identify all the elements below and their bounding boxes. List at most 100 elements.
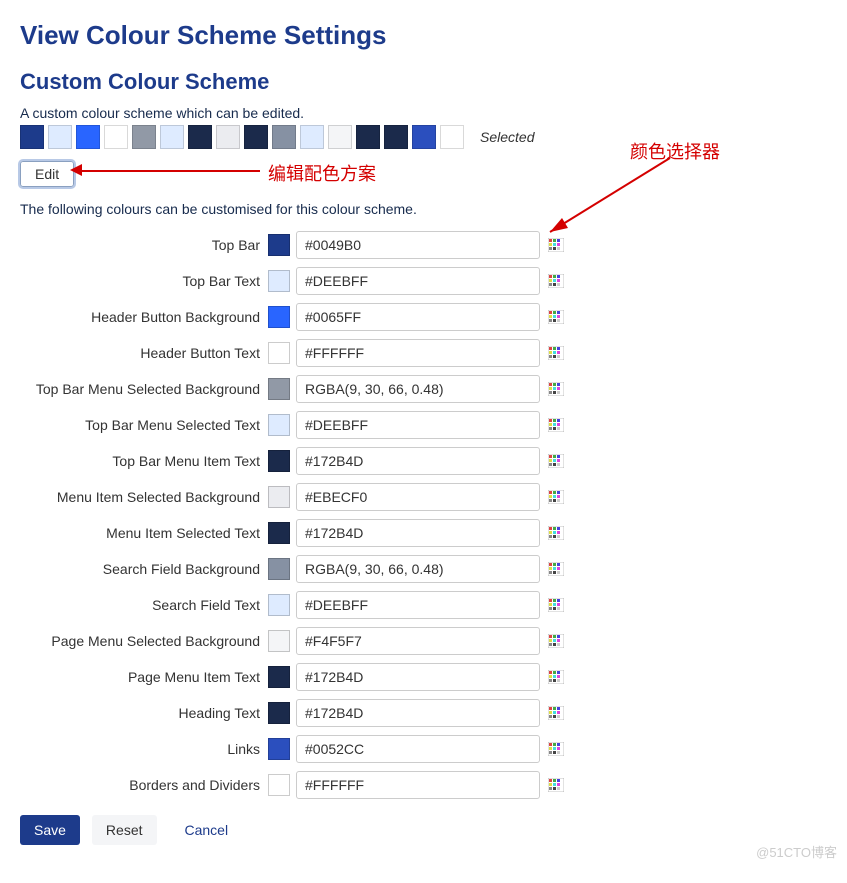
colour-field-row: Borders and Dividers — [20, 771, 827, 799]
customise-description: The following colours can be customised … — [20, 201, 827, 217]
palette-swatch[interactable] — [440, 125, 464, 149]
colour-field-label: Links — [20, 741, 268, 757]
page-title: View Colour Scheme Settings — [20, 20, 827, 51]
colour-field-swatch[interactable] — [268, 774, 290, 796]
reset-button[interactable]: Reset — [92, 815, 157, 845]
colour-field-input[interactable] — [296, 303, 540, 331]
colour-field-swatch[interactable] — [268, 486, 290, 508]
palette-swatch[interactable] — [384, 125, 408, 149]
palette-swatch[interactable] — [300, 125, 324, 149]
colour-picker-icon[interactable] — [548, 778, 564, 792]
colour-field-input[interactable] — [296, 735, 540, 763]
colour-picker-icon[interactable] — [548, 562, 564, 576]
scheme-description: A custom colour scheme which can be edit… — [20, 105, 827, 121]
colour-field-row: Links — [20, 735, 827, 763]
colour-field-swatch[interactable] — [268, 378, 290, 400]
colour-field-swatch[interactable] — [268, 738, 290, 760]
colour-field-swatch[interactable] — [268, 594, 290, 616]
palette-swatch[interactable] — [244, 125, 268, 149]
colour-field-input[interactable] — [296, 447, 540, 475]
colour-field-label: Top Bar — [20, 237, 268, 253]
colour-picker-icon[interactable] — [548, 382, 564, 396]
colour-field-label: Top Bar Menu Item Text — [20, 453, 268, 469]
colour-field-input[interactable] — [296, 339, 540, 367]
colour-field-label: Top Bar Menu Selected Text — [20, 417, 268, 433]
colour-picker-icon[interactable] — [548, 418, 564, 432]
colour-field-row: Top Bar Menu Selected Text — [20, 411, 827, 439]
colour-picker-icon[interactable] — [548, 670, 564, 684]
colour-field-label: Menu Item Selected Text — [20, 525, 268, 541]
colour-picker-icon[interactable] — [548, 238, 564, 252]
colour-field-label: Search Field Text — [20, 597, 268, 613]
colour-picker-icon[interactable] — [548, 706, 564, 720]
palette-swatch[interactable] — [272, 125, 296, 149]
colour-field-input[interactable] — [296, 663, 540, 691]
swatch-row: Selected — [20, 125, 827, 149]
colour-field-swatch[interactable] — [268, 342, 290, 364]
colour-field-swatch[interactable] — [268, 306, 290, 328]
colour-field-row: Top Bar Text — [20, 267, 827, 295]
colour-field-input[interactable] — [296, 483, 540, 511]
palette-swatch[interactable] — [188, 125, 212, 149]
palette-swatch[interactable] — [132, 125, 156, 149]
edit-button[interactable]: Edit — [20, 161, 74, 187]
colour-field-swatch[interactable] — [268, 558, 290, 580]
colour-field-label: Header Button Text — [20, 345, 268, 361]
colour-field-label: Search Field Background — [20, 561, 268, 577]
colour-picker-icon[interactable] — [548, 346, 564, 360]
colour-fields: Top BarTop Bar TextHeader Button Backgro… — [20, 231, 827, 799]
colour-field-label: Page Menu Selected Background — [20, 633, 268, 649]
palette-swatch[interactable] — [328, 125, 352, 149]
palette-swatch[interactable] — [76, 125, 100, 149]
colour-field-input[interactable] — [296, 699, 540, 727]
annotation-edit-label: 编辑配色方案 — [268, 160, 376, 186]
colour-field-input[interactable] — [296, 231, 540, 259]
footer-buttons: Save Reset Cancel — [20, 815, 827, 845]
colour-field-swatch[interactable] — [268, 522, 290, 544]
palette-swatch[interactable] — [160, 125, 184, 149]
colour-field-input[interactable] — [296, 411, 540, 439]
colour-field-swatch[interactable] — [268, 666, 290, 688]
annotation-edit-arrow — [80, 170, 260, 172]
palette-swatch[interactable] — [20, 125, 44, 149]
colour-picker-icon[interactable] — [548, 274, 564, 288]
colour-field-input[interactable] — [296, 591, 540, 619]
colour-field-swatch[interactable] — [268, 450, 290, 472]
palette-swatch[interactable] — [216, 125, 240, 149]
colour-field-swatch[interactable] — [268, 630, 290, 652]
colour-picker-icon[interactable] — [548, 490, 564, 504]
colour-picker-icon[interactable] — [548, 598, 564, 612]
colour-field-swatch[interactable] — [268, 270, 290, 292]
colour-field-row: Heading Text — [20, 699, 827, 727]
colour-picker-icon[interactable] — [548, 310, 564, 324]
colour-picker-icon[interactable] — [548, 742, 564, 756]
colour-field-input[interactable] — [296, 519, 540, 547]
colour-field-swatch[interactable] — [268, 414, 290, 436]
selected-label: Selected — [480, 129, 534, 145]
colour-field-row: Menu Item Selected Text — [20, 519, 827, 547]
colour-field-label: Menu Item Selected Background — [20, 489, 268, 505]
palette-swatch[interactable] — [412, 125, 436, 149]
colour-picker-icon[interactable] — [548, 634, 564, 648]
colour-field-label: Page Menu Item Text — [20, 669, 268, 685]
colour-field-swatch[interactable] — [268, 702, 290, 724]
colour-field-input[interactable] — [296, 267, 540, 295]
colour-field-label: Borders and Dividers — [20, 777, 268, 793]
colour-field-input[interactable] — [296, 771, 540, 799]
colour-picker-icon[interactable] — [548, 454, 564, 468]
colour-field-row: Page Menu Selected Background — [20, 627, 827, 655]
colour-picker-icon[interactable] — [548, 526, 564, 540]
palette-swatch[interactable] — [48, 125, 72, 149]
colour-field-input[interactable] — [296, 375, 540, 403]
palette-swatch[interactable] — [356, 125, 380, 149]
save-button[interactable]: Save — [20, 815, 80, 845]
colour-field-input[interactable] — [296, 555, 540, 583]
palette-swatch[interactable] — [104, 125, 128, 149]
colour-field-input[interactable] — [296, 627, 540, 655]
colour-field-row: Page Menu Item Text — [20, 663, 827, 691]
section-title: Custom Colour Scheme — [20, 69, 827, 95]
colour-field-row: Top Bar Menu Selected Background — [20, 375, 827, 403]
cancel-link[interactable]: Cancel — [185, 822, 229, 838]
colour-field-row: Top Bar Menu Item Text — [20, 447, 827, 475]
colour-field-swatch[interactable] — [268, 234, 290, 256]
